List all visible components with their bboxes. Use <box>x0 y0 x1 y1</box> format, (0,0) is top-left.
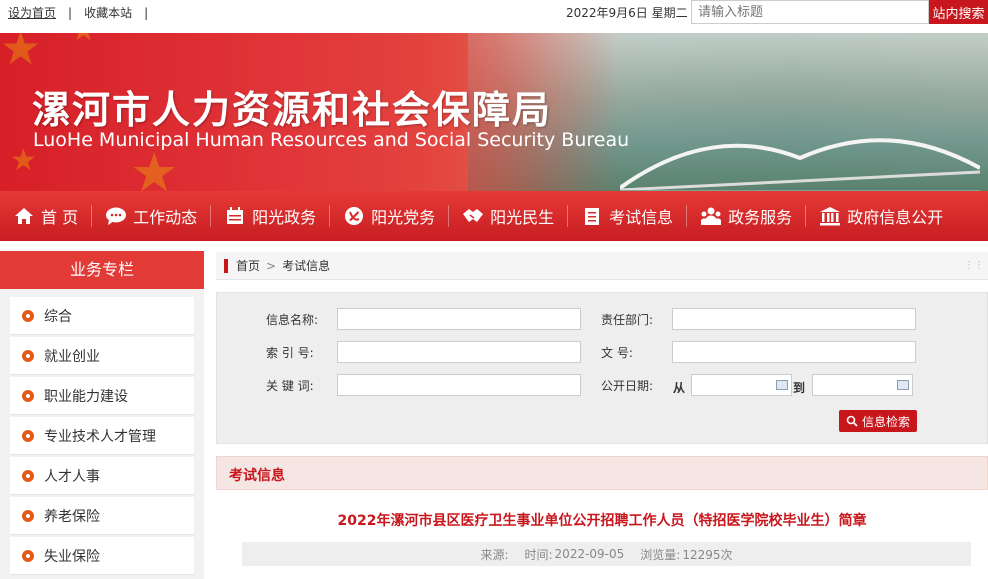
nav-label: 阳光党务 <box>371 208 436 227</box>
nav-label: 首 页 <box>41 208 79 227</box>
calendar-icon <box>224 205 246 227</box>
sidebar-list: 综合 就业创业 职业能力建设 专业技术人才管理 人才人事 养老保险 失业保险 <box>0 289 204 575</box>
article-meta: 来源: 时间: 2022-09-05 浏览量: 12295次 <box>242 542 971 566</box>
breadcrumb-separator: > <box>266 258 277 273</box>
home-icon <box>13 205 35 227</box>
site-subtitle: LuoHe Municipal Human Resources and Soci… <box>33 129 630 151</box>
people-icon <box>700 205 722 227</box>
bullet-icon <box>22 429 34 442</box>
bookmark-link[interactable]: 收藏本站 <box>84 6 132 20</box>
bullet-icon <box>22 389 34 402</box>
chat-icon <box>105 205 127 227</box>
article-time: 2022-09-05 <box>554 547 625 561</box>
nav-label: 考试信息 <box>609 208 674 227</box>
sidebar-item-professional-talent[interactable]: 专业技术人才管理 <box>10 417 194 455</box>
breadcrumb-marker <box>224 258 228 273</box>
sidebar-item-pension[interactable]: 养老保险 <box>10 497 194 535</box>
sidebar-item-label: 失业保险 <box>44 548 100 565</box>
nav-label: 政府信息公开 <box>847 208 944 227</box>
star-icon: ★ <box>0 33 42 75</box>
nav-item-info-disclosure[interactable]: 政府信息公开 <box>806 191 956 241</box>
publish-date-label: 公开日期: <box>601 379 654 393</box>
bullet-icon <box>22 309 34 322</box>
index-number-label: 索 引 号: <box>266 346 314 360</box>
bullet-icon <box>22 469 34 482</box>
nav-item-services[interactable]: 政务服务 <box>687 191 805 241</box>
breadcrumb-home[interactable]: 首页 <box>236 257 260 274</box>
article-views: 12295次 <box>682 547 733 562</box>
sidebar-item-vocational-skills[interactable]: 职业能力建设 <box>10 377 194 415</box>
top-bar: 设为首页 | 收藏本站 | 2022年9月6日 星期二 站内搜索 <box>0 0 988 24</box>
article-source-label: 来源: <box>480 547 509 562</box>
calendar-icon[interactable] <box>897 380 909 390</box>
info-name-label: 信息名称: <box>266 313 319 327</box>
article-title: 2022年漯河市县区医疗卫生事业单位公开招聘工作人员（特招医学院校毕业生）简章 <box>337 513 867 529</box>
department-input[interactable] <box>672 308 916 330</box>
nav-label: 工作动态 <box>133 208 198 227</box>
date-to-label: 到 <box>793 381 806 395</box>
divider: | <box>68 6 73 20</box>
info-search-button[interactable]: 信息检索 <box>839 410 917 432</box>
drag-handle-icon: ⋮⋮ <box>964 259 984 271</box>
section-title: 考试信息 <box>229 468 285 484</box>
calendar-icon[interactable] <box>776 380 788 390</box>
document-icon <box>581 205 603 227</box>
sidebar-item-label: 养老保险 <box>44 508 100 525</box>
bullet-icon <box>22 549 34 562</box>
department-label: 责任部门: <box>601 313 654 327</box>
bullet-icon <box>22 349 34 362</box>
site-title: 漯河市人力资源和社会保障局 <box>32 87 553 132</box>
info-name-input[interactable] <box>337 308 581 330</box>
nav-item-home[interactable]: 首 页 <box>0 191 91 241</box>
nav-item-work-news[interactable]: 工作动态 <box>92 191 210 241</box>
handshake-icon <box>462 205 484 227</box>
info-search-form: 信息名称: 责任部门: 索 引 号: 文 号: 关 键 词: 公开日期: 从 到… <box>216 292 988 444</box>
bullet-icon <box>22 509 34 522</box>
current-date: 2022年9月6日 星期二 <box>566 6 688 20</box>
sidebar-item-personnel[interactable]: 人才人事 <box>10 457 194 495</box>
keyword-label: 关 键 词: <box>266 379 314 393</box>
sidebar-item-label: 综合 <box>44 308 72 325</box>
government-building-icon <box>819 205 841 227</box>
main-nav: 首 页 工作动态 阳光政务 阳光党务 阳光民生 考试信息 政务服务 政府信息公开 <box>0 191 988 241</box>
date-from-label: 从 <box>673 381 686 395</box>
nav-item-party-affairs[interactable]: 阳光党务 <box>330 191 448 241</box>
document-number-input[interactable] <box>672 341 916 363</box>
sidebar-item-employment[interactable]: 就业创业 <box>10 337 194 375</box>
sidebar-item-label: 人才人事 <box>44 468 100 485</box>
nav-label: 阳光政务 <box>252 208 317 227</box>
nav-label: 阳光民生 <box>490 208 555 227</box>
site-search-button[interactable]: 站内搜索 <box>929 0 988 24</box>
header-banner: ★ ★ ★ ★ 漯河市人力资源和社会保障局 LuoHe Municipal Hu… <box>0 33 988 191</box>
breadcrumb: 首页 > 考试信息 ⋮⋮ <box>216 252 988 280</box>
sidebar-item-general[interactable]: 综合 <box>10 297 194 335</box>
index-number-input[interactable] <box>337 341 581 363</box>
site-search-input[interactable] <box>691 0 929 24</box>
sidebar-item-label: 职业能力建设 <box>44 388 128 405</box>
sidebar-item-unemployment[interactable]: 失业保险 <box>10 537 194 575</box>
nav-label: 政务服务 <box>728 208 793 227</box>
bridge-illustration <box>620 138 980 191</box>
article-views-label: 浏览量: <box>640 547 681 562</box>
nav-item-livelihood[interactable]: 阳光民生 <box>449 191 567 241</box>
info-search-button-label: 信息检索 <box>861 414 910 429</box>
nav-item-government-affairs[interactable]: 阳光政务 <box>211 191 329 241</box>
divider: | <box>144 6 149 20</box>
nav-item-exam-info[interactable]: 考试信息 <box>568 191 686 241</box>
section-header: 考试信息 <box>216 456 988 490</box>
search-icon <box>846 415 858 427</box>
article-time-label: 时间: <box>524 547 553 562</box>
set-homepage-link[interactable]: 设为首页 <box>8 6 56 20</box>
sidebar-item-label: 就业创业 <box>44 348 100 365</box>
sidebar-title: 业务专栏 <box>0 251 204 289</box>
article-panel: 2022年漯河市县区医疗卫生事业单位公开招聘工作人员（特招医学院校毕业生）简章 … <box>222 490 982 579</box>
breadcrumb-current[interactable]: 考试信息 <box>282 257 330 274</box>
document-number-label: 文 号: <box>601 346 633 360</box>
sidebar: 业务专栏 综合 就业创业 职业能力建设 专业技术人才管理 人才人事 养老保险 失… <box>0 251 204 579</box>
star-icon: ★ <box>70 33 97 48</box>
keyword-input[interactable] <box>337 374 581 396</box>
top-links: 设为首页 | 收藏本站 | <box>8 4 160 21</box>
party-emblem-icon <box>343 205 365 227</box>
sidebar-item-label: 专业技术人才管理 <box>44 428 156 445</box>
